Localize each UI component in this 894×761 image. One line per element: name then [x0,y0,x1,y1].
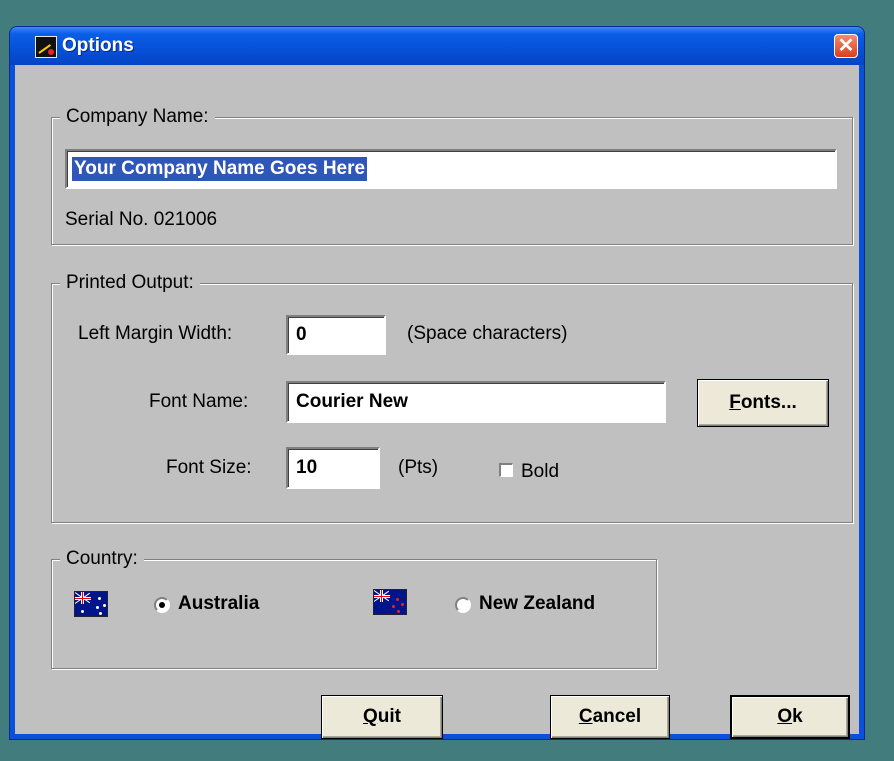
close-icon: ✕ [837,35,855,57]
serial-number-text: Serial No. 021006 [65,209,218,230]
app-icon [35,36,57,58]
company-name-value: Your Company Name Goes Here [72,157,368,181]
australia-label[interactable]: Australia [178,593,259,615]
left-margin-input[interactable]: 0 [286,315,386,355]
quit-button[interactable]: Quit [321,695,443,739]
new-zealand-flag-icon [373,589,407,615]
cancel-button-accel: C [578,706,593,727]
new-zealand-label[interactable]: New Zealand [479,593,595,615]
ok-button[interactable]: Ok [730,695,850,739]
ok-button-label: k [792,706,803,727]
left-margin-label: Left Margin Width: [78,323,233,344]
cancel-button-label: ancel [592,706,642,727]
country-group-label: Country: [60,548,144,570]
window-title: Options [62,35,134,56]
options-window: Options ✕ Company Name: Your Company Nam… [10,27,864,739]
cancel-button[interactable]: Cancel [550,695,670,739]
font-name-input[interactable]: Courier New [286,381,666,423]
font-name-label: Font Name: [149,391,249,412]
australia-radio[interactable] [154,597,170,613]
font-size-unit: (Pts) [398,457,439,478]
printed-output-group-label: Printed Output: [60,272,200,294]
new-zealand-radio[interactable] [455,597,471,613]
company-name-input[interactable]: Your Company Name Goes Here [65,149,837,189]
left-margin-hint: (Space characters) [407,323,568,344]
dialog-body: Company Name: Your Company Name Goes Her… [15,65,859,739]
company-name-group-label: Company Name: [60,106,215,128]
quit-button-label: uit [377,706,401,727]
quit-button-accel: Q [363,706,378,727]
font-size-input[interactable]: 10 [286,447,380,489]
title-bar[interactable]: Options ✕ [10,27,864,65]
bold-checkbox[interactable] [499,463,513,477]
australia-flag-icon [74,591,108,617]
close-button[interactable]: ✕ [834,34,858,58]
fonts-button-accel: F [729,392,741,413]
ok-button-accel: O [777,706,793,727]
font-size-label: Font Size: [166,457,252,478]
fonts-button-label: onts... [740,392,797,413]
bold-label[interactable]: Bold [521,461,559,483]
fonts-button[interactable]: Fonts... [697,379,829,427]
